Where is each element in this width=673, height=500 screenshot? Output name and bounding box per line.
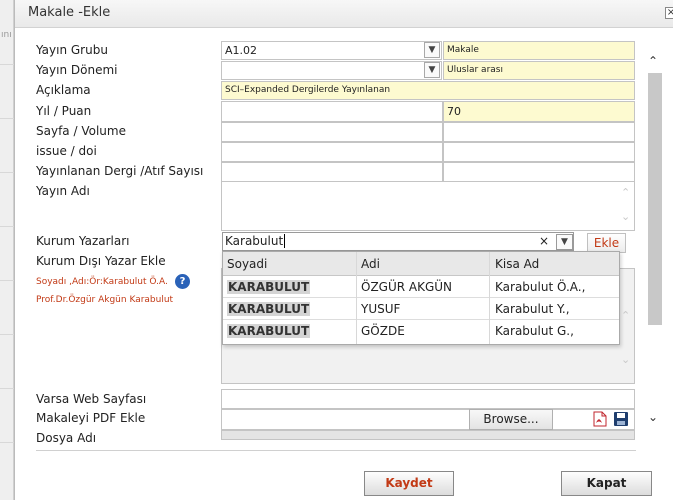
pdf-icon[interactable] [592, 411, 607, 427]
yayin-donemi-note: Uluslar arası [443, 61, 635, 80]
row-adi: ÖZGÜR AKGÜN [361, 280, 453, 294]
doi-input[interactable] [443, 142, 635, 162]
background-row-divider [0, 388, 14, 389]
row-kisa-ad: Karabulut Y., [495, 302, 570, 316]
makale-ekle-dialog: Makale -Ekle × Yayın Grubu A1.02 ▼ Makal… [14, 0, 673, 500]
column-divider [356, 252, 357, 344]
row-soyadi: KARABULUT [227, 302, 311, 316]
issue-input[interactable] [221, 142, 443, 162]
background-row-divider [0, 442, 14, 443]
floppy-disk-icon[interactable] [613, 411, 629, 427]
browse-button[interactable]: Browse... [469, 409, 553, 430]
yayin-adi-textarea[interactable]: ⌃ ⌄ [221, 181, 635, 231]
footer-divider [36, 450, 636, 451]
background-row-divider [0, 280, 14, 281]
row-adi: YUSUF [361, 302, 401, 316]
yayin-grubu-note: Makale [443, 41, 635, 60]
sayfa-volume-label: Sayfa / Volume [36, 124, 126, 138]
pdf-ekle-label: Makaleyi PDF Ekle [36, 411, 146, 425]
dropdown-header: Soyadi Adi Kisa Ad [223, 252, 619, 276]
sayfa-input[interactable] [221, 122, 443, 142]
row-soyadi: KARABULUT [227, 280, 311, 294]
issue-doi-label: issue / doi [36, 144, 97, 158]
background-row-divider [0, 172, 14, 173]
scroll-down-icon[interactable]: ⌄ [621, 353, 630, 366]
yayin-grubu-select[interactable]: A1.02 [221, 41, 442, 60]
dosya-adi-field [221, 430, 635, 440]
yayinlanan-dergi-label: Yayınlanan Dergi /Atıf Sayısı [36, 164, 204, 178]
chevron-down-icon[interactable]: ▼ [424, 62, 440, 78]
dosya-adi-label: Dosya Adı [36, 431, 97, 445]
dialog-titlebar[interactable]: Makale -Ekle × [15, 0, 673, 28]
form-scrollbar[interactable]: ⌃ ⌄ [646, 40, 662, 438]
text-cursor [284, 234, 286, 248]
background-row-divider [0, 334, 14, 335]
author-autocomplete-dropdown: Soyadi Adi Kisa Ad KARABULUT ÖZGÜR AKGÜN… [222, 251, 620, 345]
scroll-up-icon[interactable]: ⌃ [621, 309, 630, 322]
dialog-title: Makale -Ekle [28, 5, 111, 20]
yayin-grubu-label: Yayın Grubu [36, 43, 108, 57]
yayin-donemi-label: Yayın Dönemi [36, 63, 118, 77]
background-row-divider [0, 64, 14, 65]
column-header-adi: Adi [361, 257, 380, 271]
kurum-disi-hint-format: Soyadı ,Adı:Ör:Karabulut Ö.A. [36, 277, 168, 287]
background-app-strip: ını [0, 0, 14, 500]
web-sayfasi-input[interactable] [221, 389, 635, 409]
aciklama-field: SCI–Expanded Dergilerde Yayınlanan [221, 81, 635, 100]
background-partial-text: ını [1, 30, 12, 40]
pdf-file-input[interactable] [221, 409, 635, 430]
ekle-button[interactable]: Ekle [587, 233, 626, 253]
kapat-button[interactable]: Kapat [561, 471, 652, 496]
kurum-yazarlari-label: Kurum Yazarları [36, 234, 130, 248]
kurum-disi-hint-example: Prof.Dr.Özgür Akgün Karabulut [36, 295, 174, 305]
yil-puan-label: Yıl / Puan [36, 104, 92, 118]
atif-sayisi-input[interactable] [443, 162, 635, 182]
scroll-down-icon[interactable]: ⌄ [621, 210, 630, 223]
scroll-up-icon[interactable]: ⌃ [621, 186, 630, 199]
column-header-soyadi: Soyadi [227, 257, 268, 271]
chevron-down-icon[interactable]: ▼ [424, 42, 440, 58]
scroll-up-icon[interactable]: ⌃ [648, 54, 658, 68]
volume-input[interactable] [443, 122, 635, 142]
column-header-kisa-ad: Kisa Ad [495, 257, 540, 271]
background-row-divider [0, 226, 14, 227]
web-sayfasi-label: Varsa Web Sayfası [36, 392, 147, 406]
close-icon[interactable]: × [665, 7, 673, 19]
yayin-adi-label: Yayın Adı [36, 184, 90, 198]
aciklama-label: Açıklama [36, 83, 91, 97]
column-divider [489, 252, 490, 344]
kaydet-button[interactable]: Kaydet [364, 471, 454, 496]
dropdown-row[interactable]: KARABULUT YUSUF Karabulut Y., [223, 298, 619, 320]
yayin-donemi-select[interactable] [221, 61, 442, 80]
kurum-disi-label: Kurum Dışı Yazar Ekle [36, 254, 166, 268]
clear-icon[interactable]: × [539, 234, 549, 248]
puan-field: 70 [443, 101, 635, 122]
row-adi: GÖZDE [361, 324, 405, 338]
dropdown-row[interactable]: KARABULUT ÖZGÜR AKGÜN Karabulut Ö.A., [223, 276, 619, 298]
scroll-down-icon[interactable]: ⌄ [648, 410, 658, 424]
dergi-input[interactable] [221, 162, 443, 182]
kurum-yazarlari-value: Karabulut [225, 234, 284, 248]
kurum-yazarlari-input[interactable]: Karabulut [222, 232, 574, 251]
scrollbar-thumb[interactable] [648, 73, 662, 325]
row-kisa-ad: Karabulut Ö.A., [495, 280, 586, 294]
help-icon[interactable]: ? [175, 274, 190, 289]
row-soyadi: KARABULUT [227, 324, 311, 338]
dropdown-row[interactable]: KARABULUT GÖZDE Karabulut G., [223, 320, 619, 342]
yil-input[interactable] [221, 101, 443, 122]
row-kisa-ad: Karabulut G., [495, 324, 574, 338]
chevron-down-icon[interactable]: ▼ [556, 234, 573, 250]
background-row-divider [0, 118, 14, 119]
